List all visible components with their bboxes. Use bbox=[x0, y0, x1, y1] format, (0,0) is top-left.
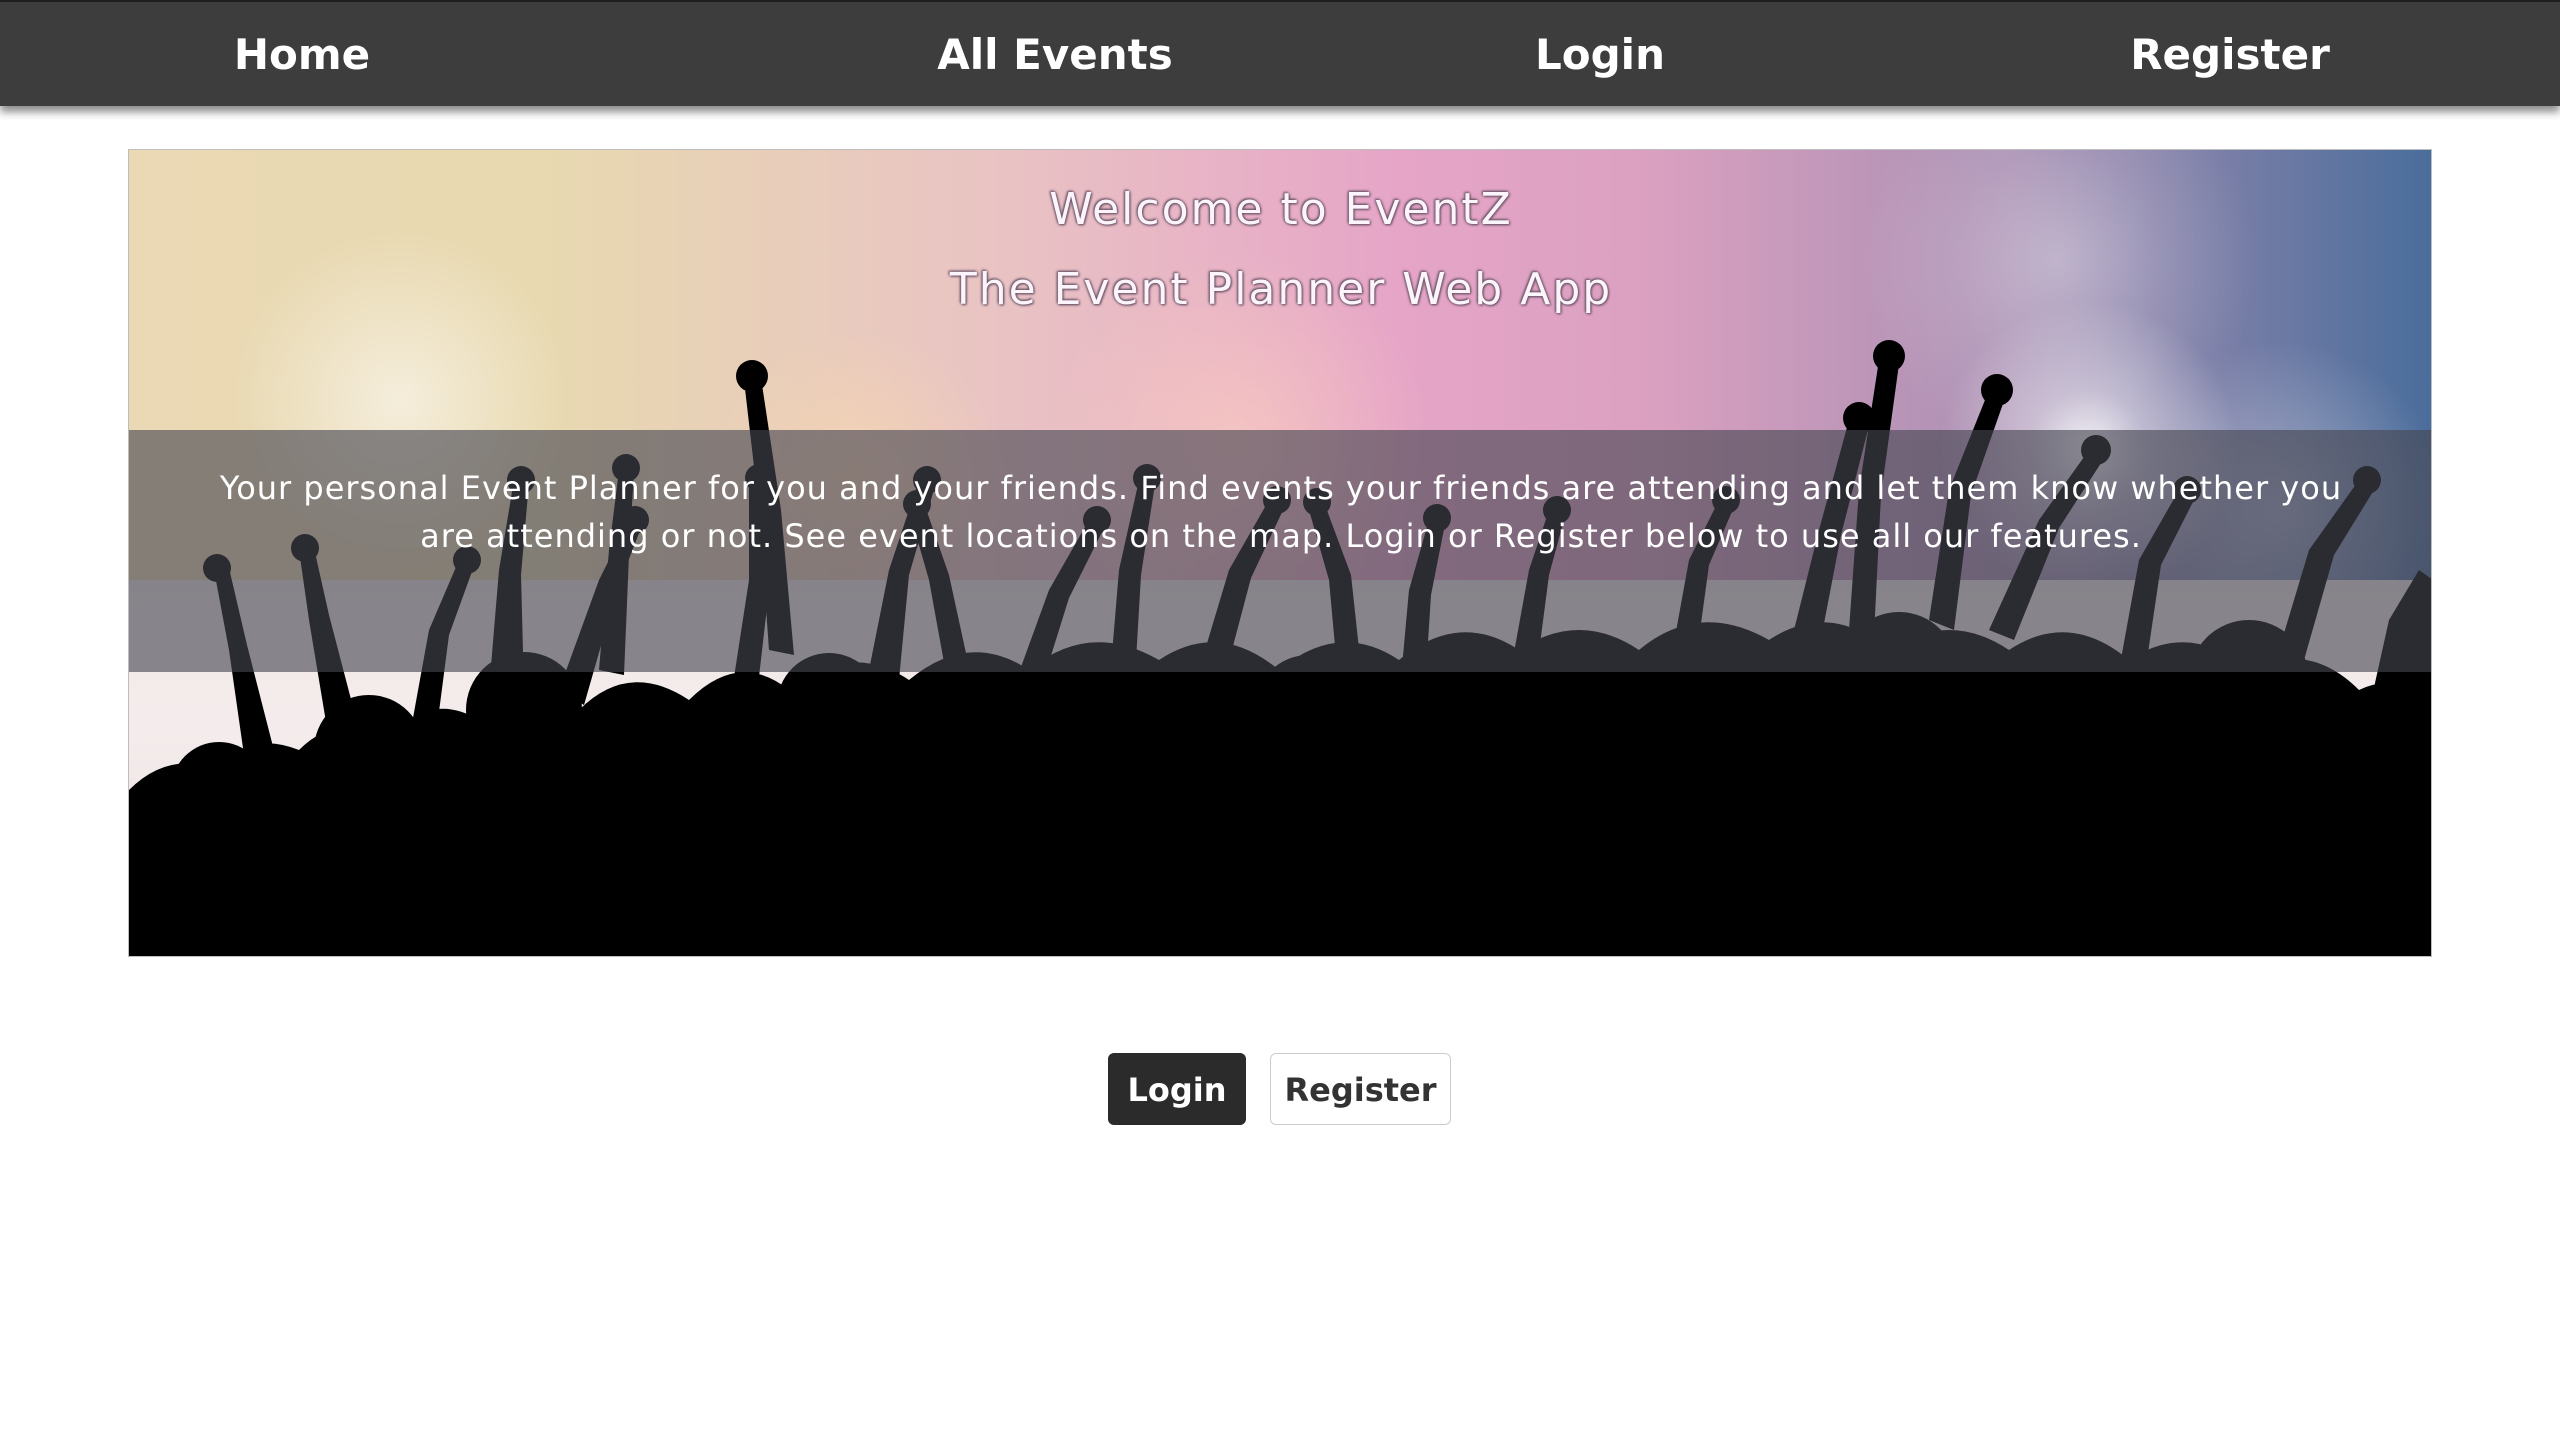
hero-subtitle: The Event Planner Web App bbox=[949, 264, 1613, 315]
login-button[interactable]: Login bbox=[1108, 1053, 1246, 1125]
hero-title: Welcome to EventZ bbox=[1049, 184, 1513, 235]
hero-description-band: Your personal Event Planner for you and … bbox=[129, 430, 2431, 672]
nav-register-link[interactable]: Register bbox=[2100, 2, 2360, 108]
register-button[interactable]: Register bbox=[1270, 1053, 1451, 1125]
hero-banner: Welcome to EventZ The Event Planner Web … bbox=[128, 149, 2432, 957]
top-navbar: Home All Events Login Register bbox=[0, 0, 2560, 106]
nav-home-link[interactable]: Home bbox=[200, 2, 404, 108]
nav-all-events-link[interactable]: All Events bbox=[820, 2, 1290, 108]
hero-description: Your personal Event Planner for you and … bbox=[219, 469, 2343, 555]
nav-login-link[interactable]: Login bbox=[1500, 2, 1700, 108]
